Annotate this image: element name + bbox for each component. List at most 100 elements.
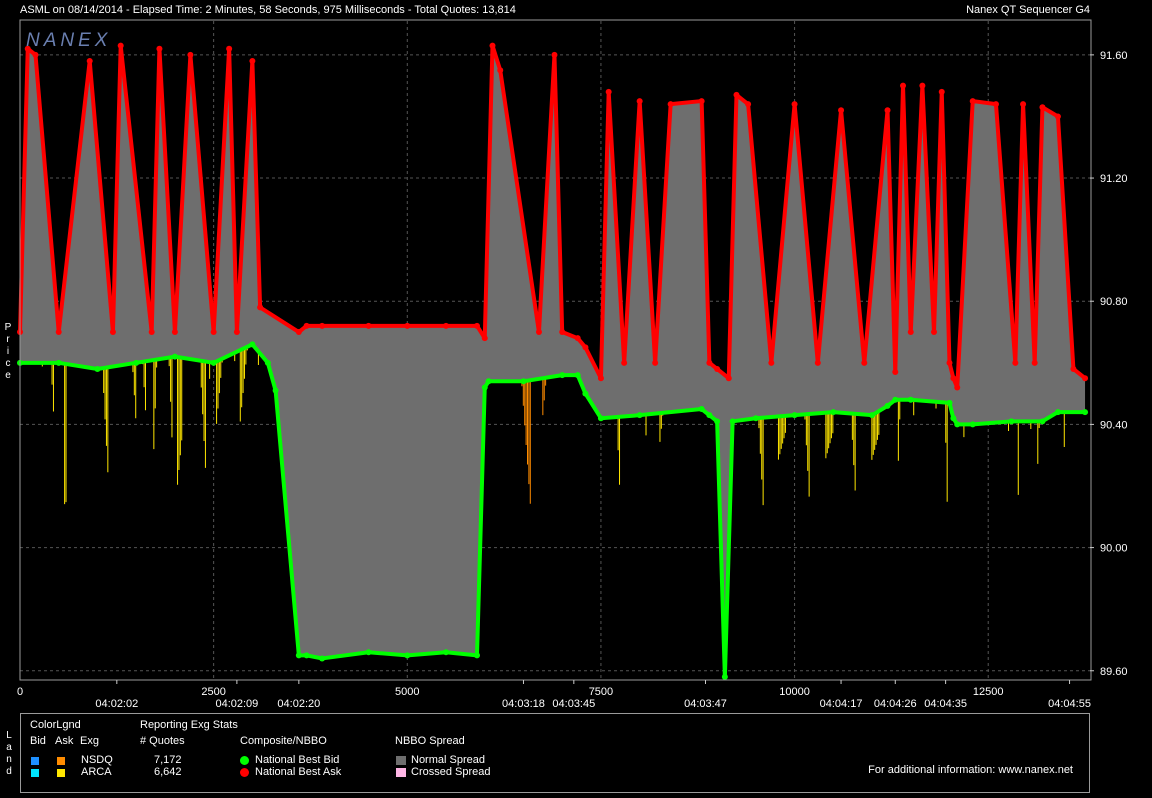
exchange-name-arca: ARCA xyxy=(81,766,112,778)
national-best-ask-point xyxy=(187,51,194,58)
national-best-bid-point xyxy=(319,655,326,662)
national-best-bid-point xyxy=(884,402,891,409)
national-best-ask-point xyxy=(698,98,705,105)
national-best-ask-point xyxy=(365,322,372,329)
national-best-bid-point xyxy=(133,359,140,366)
national-best-ask-point xyxy=(497,67,504,74)
national-best-ask-point xyxy=(919,82,926,89)
national-best-ask-point xyxy=(109,329,116,336)
national-best-ask-point xyxy=(117,42,124,49)
col-bid-header: Bid xyxy=(30,735,46,747)
national-best-bid-point xyxy=(706,412,713,419)
national-best-ask-point xyxy=(969,98,976,105)
col-exg-header: Exg xyxy=(80,735,99,747)
national-best-ask-point xyxy=(226,45,233,52)
national-best-ask-point xyxy=(946,359,953,366)
legend-label-letter: a xyxy=(6,742,12,753)
x-tick-label: 5000 xyxy=(395,686,419,698)
national-best-ask-point xyxy=(884,107,891,114)
national-best-ask-point xyxy=(481,335,488,342)
national-best-ask-point xyxy=(652,359,659,366)
national-best-ask-point xyxy=(814,359,821,366)
national-best-bid-point xyxy=(303,652,310,659)
national-best-ask-point xyxy=(838,107,845,114)
national-best-bid-point xyxy=(249,341,256,348)
nsdq-ask-swatch xyxy=(57,757,65,765)
national-best-bid-point xyxy=(946,399,953,406)
legend-label-letter: d xyxy=(6,766,12,777)
national-best-ask-point xyxy=(249,58,256,65)
best-bid-dot-icon xyxy=(240,756,249,765)
legend-label-letter: n xyxy=(6,754,12,765)
national-best-bid-point xyxy=(404,652,411,659)
national-best-ask-point xyxy=(791,101,798,108)
national-best-ask-point xyxy=(861,359,868,366)
national-best-ask-point xyxy=(319,322,326,329)
national-best-ask-point xyxy=(667,101,674,108)
national-best-ask-point xyxy=(1020,101,1027,108)
time-tick-label: 04:02:02 xyxy=(95,698,138,710)
price-label-letter: i xyxy=(6,346,10,357)
national-best-ask-point xyxy=(535,329,542,336)
legend-panel: ColorLgnd Bid Ask Exg NSDQ ARCA Reportin… xyxy=(20,713,1090,793)
national-best-ask-point xyxy=(404,322,411,329)
national-best-ask-point xyxy=(148,329,155,336)
national-best-bid-point xyxy=(582,390,589,397)
national-best-ask-point xyxy=(295,329,302,336)
composite-best-bid: National Best Bid xyxy=(255,754,340,766)
national-best-ask-point xyxy=(992,101,999,108)
national-best-ask-point xyxy=(733,91,740,98)
national-best-bid-point xyxy=(714,418,721,425)
national-best-ask-point xyxy=(551,51,558,58)
crossed-spread-swatch xyxy=(396,768,406,777)
arca-bid-swatch xyxy=(31,769,39,777)
national-best-ask-point xyxy=(1039,104,1046,111)
national-best-bid-point xyxy=(559,372,566,379)
national-best-ask-point xyxy=(257,304,264,311)
national-best-ask-point xyxy=(1082,375,1089,382)
legend-label-letter: L xyxy=(6,730,12,741)
time-tick-label: 04:04:17 xyxy=(820,698,863,710)
quotes-arca: 6,642 xyxy=(154,766,182,778)
national-best-bid-point xyxy=(443,649,450,656)
national-best-bid-point xyxy=(55,359,62,366)
national-best-ask-point xyxy=(443,322,450,329)
national-best-bid-point xyxy=(597,415,604,422)
national-best-bid-point xyxy=(698,406,705,413)
y-tick-label: 91.20 xyxy=(1100,173,1128,185)
price-label-letter: P xyxy=(4,322,12,333)
national-best-ask-point xyxy=(559,329,566,336)
price-label-letter: c xyxy=(5,358,11,369)
national-best-ask-point xyxy=(605,88,612,95)
normal-spread-swatch xyxy=(396,756,406,765)
national-best-bid-point xyxy=(1039,418,1046,425)
national-best-bid-point xyxy=(729,418,736,425)
national-best-ask-point xyxy=(86,58,93,65)
national-best-ask-point xyxy=(233,329,240,336)
y-tick-label: 90.40 xyxy=(1100,419,1128,431)
national-best-bid-point xyxy=(295,652,302,659)
stats-title: Reporting Exg Stats xyxy=(140,719,238,731)
y-tick-label: 89.60 xyxy=(1100,666,1128,678)
national-best-bid-point xyxy=(1082,409,1089,416)
national-best-ask-point xyxy=(931,329,938,336)
best-ask-dot-icon xyxy=(240,768,249,777)
national-best-ask-point xyxy=(582,344,589,351)
x-tick-label: 10000 xyxy=(779,686,810,698)
national-best-bid-point xyxy=(752,415,759,422)
national-best-bid-point xyxy=(365,649,372,656)
national-best-ask-point xyxy=(892,369,899,376)
national-best-ask-point xyxy=(1031,359,1038,366)
national-best-bid-point xyxy=(1054,409,1061,416)
spread-title: NBBO Spread xyxy=(395,735,465,747)
x-tick-label: 12500 xyxy=(973,686,1004,698)
national-best-ask-point xyxy=(597,375,604,382)
time-tick-label: 04:02:20 xyxy=(277,698,320,710)
national-best-bid-point xyxy=(171,353,178,360)
national-best-bid-point xyxy=(210,359,217,366)
national-best-bid-point xyxy=(574,372,581,379)
national-best-bid-point xyxy=(954,421,961,428)
national-best-ask-point xyxy=(954,384,961,391)
national-best-bid-point xyxy=(950,415,957,422)
national-best-bid-point xyxy=(892,396,899,403)
